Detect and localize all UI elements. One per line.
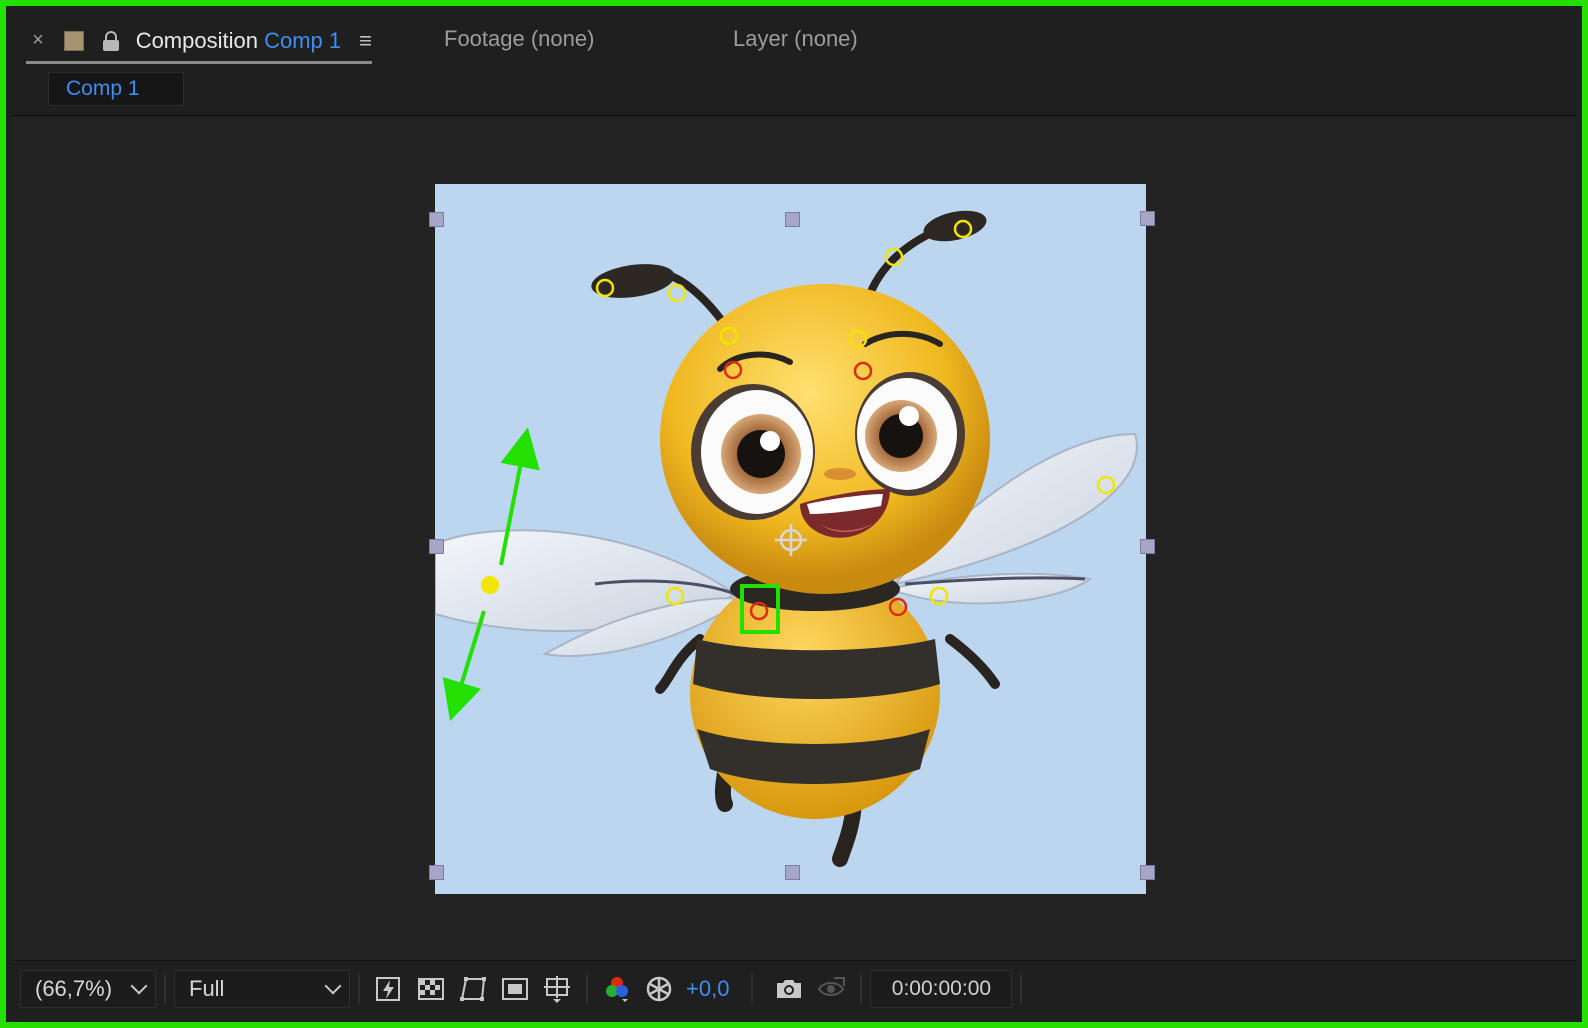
toolbar-divider: [358, 973, 360, 1004]
show-snapshot-icon[interactable]: [813, 971, 849, 1007]
puppet-pin-icon: [884, 247, 904, 267]
tab-composition-title: Composition Comp 1: [136, 28, 341, 54]
composition-label: Composition: [135, 27, 258, 53]
magnification-value: (66,7%): [35, 975, 113, 1001]
puppet-pin-icon: [853, 361, 873, 381]
viewer-toolbar: (66,7%) Full +0,0 0:00:00:00: [12, 960, 1576, 1016]
resolution-value: Full: [189, 975, 225, 1001]
toolbar-divider: [751, 973, 754, 1004]
exposure-reset-icon[interactable]: [641, 971, 677, 1007]
puppet-pin-icon: [595, 278, 615, 298]
transparency-grid-icon[interactable]: [413, 971, 449, 1007]
chevron-down-icon: [130, 977, 148, 994]
puppet-pin-icon: [929, 586, 949, 606]
panel-tab-bar: × Composition Comp 1 ≡ Footage (none) La…: [12, 12, 1576, 64]
panel-menu-icon[interactable]: ≡: [359, 28, 372, 54]
puppet-pins-overlay: [442, 219, 1116, 722]
region-of-interest-icon[interactable]: [497, 971, 533, 1007]
channel-icon[interactable]: [599, 971, 635, 1007]
puppet-pin-icon: [749, 601, 769, 621]
exposure-value[interactable]: +0,0: [686, 976, 729, 1002]
puppet-pin-icon: [719, 326, 739, 346]
tab-composition[interactable]: × Composition Comp 1 ≡: [26, 20, 372, 64]
tab-footage[interactable]: Footage (none): [444, 26, 594, 52]
comp-breadcrumb-chip[interactable]: Comp 1: [48, 72, 184, 106]
toolbar-divider: [164, 973, 166, 1004]
drag-arrow-icon: [499, 427, 540, 566]
close-icon[interactable]: ×: [26, 29, 50, 52]
grid-guides-icon[interactable]: [539, 971, 575, 1007]
puppet-pin-icon: [953, 219, 973, 239]
magnification-dropdown[interactable]: (66,7%): [20, 969, 156, 1008]
current-time-display[interactable]: 0:00:00:00: [870, 969, 1013, 1008]
comp-name: Comp 1: [264, 27, 342, 53]
puppet-pin-icon: [848, 329, 868, 349]
drag-arrow-icon: [442, 610, 486, 722]
puppet-pin-icon: [1096, 475, 1116, 495]
puppet-pin-icon: [888, 597, 908, 617]
puppet-pin-icon: [665, 586, 685, 606]
composition-panel: × Composition Comp 1 ≡ Footage (none) La…: [12, 12, 1576, 1016]
snapshot-camera-icon[interactable]: [771, 971, 807, 1007]
lock-icon[interactable]: [102, 30, 120, 51]
fast-previews-icon[interactable]: [371, 971, 407, 1007]
toolbar-divider: [1020, 973, 1023, 1004]
mask-visibility-icon[interactable]: [455, 971, 491, 1007]
puppet-pin-icon: [481, 576, 499, 594]
tab-layer[interactable]: Layer (none): [733, 26, 858, 52]
highlight-frame: × Composition Comp 1 ≡ Footage (none) La…: [0, 0, 1588, 1028]
toolbar-divider: [860, 973, 863, 1004]
composition-navigator-bar: Comp 1: [12, 66, 1576, 116]
composition-viewer[interactable]: [12, 117, 1576, 960]
selected-pin-highlight: [740, 584, 780, 634]
toolbar-divider: [586, 973, 588, 1004]
chevron-down-icon: [324, 977, 342, 994]
label-swatch-icon[interactable]: [63, 30, 84, 51]
puppet-pin-icon: [723, 360, 743, 380]
resolution-dropdown[interactable]: Full: [174, 969, 350, 1008]
puppet-pin-icon: [667, 283, 687, 303]
